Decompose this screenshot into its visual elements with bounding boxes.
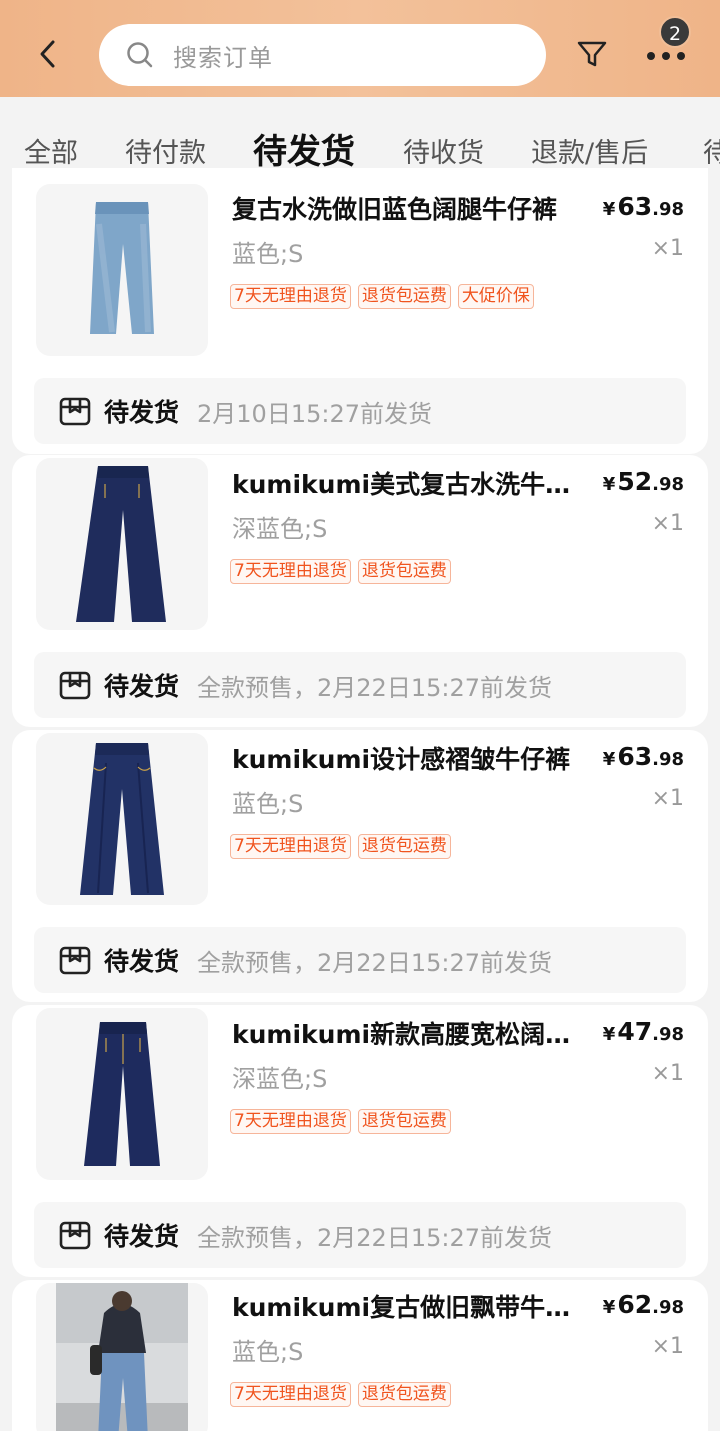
tag-7day-return: 7天无理由退货 <box>230 1382 351 1407</box>
tag-free-return-shipping: 退货包运费 <box>357 284 451 309</box>
package-box-icon <box>59 946 91 975</box>
tag-7day-return: 7天无理由退货 <box>230 834 351 859</box>
product-title[interactable]: kumikumi复古做旧飘带牛仔裤 <box>232 1288 592 1324</box>
product-image[interactable] <box>36 1283 208 1431</box>
order-card[interactable]: kumikumi复古做旧飘带牛仔裤 ¥62.98 蓝色;S ×1 7天无理由退货… <box>12 1280 708 1431</box>
model-photo-image <box>56 1283 188 1431</box>
shipping-status-bar[interactable]: 待发货 2月10日15:27前发货 <box>34 378 686 444</box>
product-title[interactable]: 复古水洗做旧蓝色阔腿牛仔裤 <box>232 190 592 226</box>
product-quantity: ×1 <box>651 236 684 261</box>
product-spec: 深蓝色;S <box>232 1065 328 1093</box>
product-image[interactable] <box>36 733 208 905</box>
notification-badge: 2 <box>659 16 691 48</box>
status-label: 待发货 <box>104 672 180 701</box>
order-card[interactable]: kumikumi美式复古水洗牛仔裤 ¥52.98 深蓝色;S ×1 7天无理由退… <box>12 455 708 727</box>
product-title[interactable]: kumikumi美式复古水洗牛仔裤 <box>232 465 592 501</box>
product-price: ¥63.98 <box>602 192 684 221</box>
tag-price-protection: 大促价保 <box>457 284 534 309</box>
tab-pending-receipt[interactable]: 待收货 <box>403 131 484 170</box>
product-spec: 蓝色;S <box>232 240 304 268</box>
shipping-status-bar[interactable]: 待发货 全款预售，2月22日15:27前发货 <box>34 1202 686 1268</box>
search-placeholder: 搜索订单 <box>173 43 273 72</box>
order-card[interactable]: 复古水洗做旧蓝色阔腿牛仔裤 ¥63.98 蓝色;S ×1 7天无理由退货 退货包… <box>12 168 708 454</box>
header-bar: 搜索订单 2 <box>0 0 720 97</box>
product-quantity: ×1 <box>651 1061 684 1086</box>
product-image[interactable] <box>36 184 208 356</box>
tag-7day-return: 7天无理由退货 <box>230 1109 351 1134</box>
tag-free-return-shipping: 退货包运费 <box>357 559 451 584</box>
status-text: 2月10日15:27前发货 <box>197 399 432 428</box>
service-tags: 7天无理由退货 退货包运费 <box>230 1109 451 1134</box>
product-spec: 深蓝色;S <box>232 515 328 543</box>
high-waist-jeans-image <box>84 1022 160 1166</box>
tag-free-return-shipping: 退货包运费 <box>357 1109 451 1134</box>
tag-free-return-shipping: 退货包运费 <box>357 834 451 859</box>
back-button[interactable] <box>28 32 68 76</box>
product-title[interactable]: kumikumi设计感褶皱牛仔裤 <box>232 740 592 776</box>
product-image[interactable] <box>36 458 208 630</box>
package-box-icon <box>59 1221 91 1250</box>
back-arrow-icon <box>40 40 55 68</box>
status-label: 待发货 <box>104 947 180 976</box>
tag-7day-return: 7天无理由退货 <box>230 284 351 309</box>
tab-refund-aftersale[interactable]: 退款/售后 <box>531 131 648 170</box>
tag-7day-return: 7天无理由退货 <box>230 559 351 584</box>
status-text: 全款预售，2月22日15:27前发货 <box>197 1223 552 1252</box>
product-quantity: ×1 <box>651 511 684 536</box>
product-title[interactable]: kumikumi新款高腰宽松阔腿牛仔裤 <box>232 1015 592 1051</box>
shipping-status-bar[interactable]: 待发货 全款预售，2月22日15:27前发货 <box>34 652 686 718</box>
service-tags: 7天无理由退货 退货包运费 <box>230 1382 451 1407</box>
product-price: ¥52.98 <box>602 467 684 496</box>
product-spec: 蓝色;S <box>232 1338 304 1366</box>
tab-pending-payment[interactable]: 待付款 <box>125 131 206 170</box>
order-status-tabs: 全部 待付款 待发货 待收货 退款/售后 待 <box>0 97 720 177</box>
tag-free-return-shipping: 退货包运费 <box>357 1382 451 1407</box>
status-label: 待发货 <box>104 1222 180 1251</box>
filter-button[interactable] <box>574 36 610 72</box>
status-text: 全款预售，2月22日15:27前发货 <box>197 948 552 977</box>
service-tags: 7天无理由退货 退货包运费 大促价保 <box>230 284 534 309</box>
filter-icon <box>577 41 607 67</box>
search-input[interactable]: 搜索订单 <box>99 24 546 86</box>
product-spec: 蓝色;S <box>232 790 304 818</box>
light-jeans-image <box>90 202 154 334</box>
search-icon <box>127 42 153 68</box>
product-price: ¥62.98 <box>602 1290 684 1319</box>
tab-all[interactable]: 全部 <box>24 131 78 170</box>
order-card[interactable]: kumikumi设计感褶皱牛仔裤 ¥63.98 蓝色;S ×1 7天无理由退货 … <box>12 730 708 1002</box>
product-quantity: ×1 <box>651 786 684 811</box>
product-price: ¥63.98 <box>602 742 684 771</box>
package-box-icon <box>59 671 91 700</box>
order-card[interactable]: kumikumi新款高腰宽松阔腿牛仔裤 ¥47.98 深蓝色;S ×1 7天无理… <box>12 1005 708 1277</box>
pleated-jeans-image <box>80 743 164 895</box>
shipping-status-bar[interactable]: 待发货 全款预售，2月22日15:27前发货 <box>34 927 686 993</box>
service-tags: 7天无理由退货 退货包运费 <box>230 834 451 859</box>
tab-pending-shipment[interactable]: 待发货 <box>253 124 355 173</box>
service-tags: 7天无理由退货 退货包运费 <box>230 559 451 584</box>
product-quantity: ×1 <box>651 1334 684 1359</box>
package-box-icon <box>59 397 91 426</box>
status-label: 待发货 <box>104 398 180 427</box>
product-price: ¥47.98 <box>602 1017 684 1046</box>
product-image[interactable] <box>36 1008 208 1180</box>
dark-jeans-image <box>76 466 166 622</box>
status-text: 全款预售，2月22日15:27前发货 <box>197 673 552 702</box>
tab-more[interactable]: 待 <box>703 131 720 170</box>
